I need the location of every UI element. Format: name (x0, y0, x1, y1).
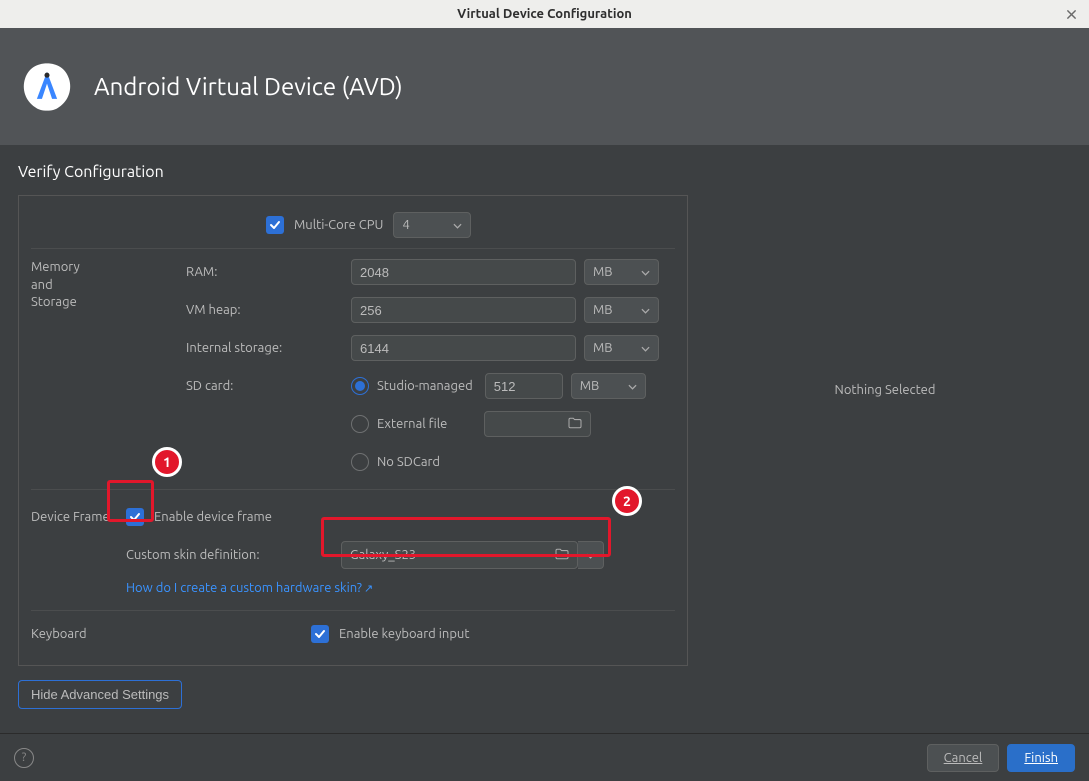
hide-advanced-settings-label: Hide Advanced Settings (31, 687, 169, 702)
chevron-down-icon (586, 548, 595, 562)
hide-advanced-settings-button[interactable]: Hide Advanced Settings (18, 680, 182, 709)
ram-label: RAM: (186, 265, 351, 279)
finish-button[interactable]: Finish (1007, 744, 1075, 772)
enable-device-frame-label: Enable device frame (154, 510, 272, 524)
sdcard-unit-value: MB (580, 379, 600, 393)
dialog-footer: ? Cancel Finish (0, 733, 1089, 781)
sdcard-external-radio[interactable] (351, 415, 369, 433)
cancel-label: Cancel (944, 751, 983, 765)
cancel-button[interactable]: Cancel (927, 744, 1000, 772)
keyboard-section-label: Keyboard (31, 627, 311, 641)
banner-title: Android Virtual Device (AVD) (94, 73, 403, 100)
sdcard-external-browse[interactable] (484, 411, 591, 437)
window-close-button[interactable] (1061, 4, 1081, 24)
header-banner: Android Virtual Device (AVD) (0, 28, 1089, 145)
sdcard-none-radio[interactable] (351, 453, 369, 471)
sdcard-size-input[interactable] (485, 373, 563, 399)
custom-skin-label: Custom skin definition: (126, 548, 341, 562)
ram-unit-value: MB (593, 265, 613, 279)
sdcard-managed-label: Studio-managed (377, 379, 473, 393)
sdcard-unit-select[interactable]: MB (571, 373, 646, 399)
multicore-value: 4 (402, 218, 409, 232)
ram-unit-select[interactable]: MB (584, 259, 659, 285)
folder-icon (568, 417, 582, 432)
help-button[interactable]: ? (14, 748, 34, 768)
folder-icon (555, 548, 569, 563)
internal-storage-input[interactable] (351, 335, 576, 361)
sdcard-external-label: External file (377, 417, 472, 431)
window-titlebar: Virtual Device Configuration (0, 0, 1089, 28)
sdcard-managed-radio[interactable] (351, 377, 369, 395)
enable-keyboard-label: Enable keyboard input (339, 627, 469, 641)
custom-skin-field[interactable]: Galaxy_S23 (341, 541, 578, 569)
sdcard-none-label: No SDCard (377, 455, 440, 469)
chevron-down-icon (453, 218, 462, 232)
chevron-down-icon (641, 303, 650, 317)
internal-storage-unit-value: MB (593, 341, 613, 355)
window-title: Virtual Device Configuration (457, 7, 632, 21)
vmheap-unit-value: MB (593, 303, 613, 317)
finish-label: Finish (1024, 751, 1058, 765)
vmheap-label: VM heap: (186, 303, 351, 317)
section-title: Verify Configuration (18, 163, 1071, 181)
custom-skin-help-text: How do I create a custom hardware skin? (126, 581, 362, 595)
device-frame-section-label: Device Frame (31, 510, 126, 524)
multicore-select[interactable]: 4 (393, 212, 471, 238)
multicore-checkbox[interactable] (266, 216, 284, 234)
vmheap-input[interactable] (351, 297, 576, 323)
android-studio-icon (20, 60, 74, 114)
custom-skin-value: Galaxy_S23 (350, 548, 555, 562)
enable-device-frame-checkbox[interactable] (126, 508, 144, 526)
memory-section-label: Memory and Storage (31, 253, 126, 312)
enable-keyboard-checkbox[interactable] (311, 625, 329, 643)
config-panel: Multi-Core CPU 4 Memory and Storage RAM:… (18, 195, 688, 666)
custom-skin-help-link[interactable]: How do I create a custom hardware skin?↗ (126, 581, 373, 595)
external-link-icon: ↗ (364, 583, 373, 595)
sdcard-label: SD card: (186, 379, 351, 393)
custom-skin-dropdown[interactable] (578, 541, 604, 569)
side-info-panel: Nothing Selected (700, 383, 1070, 397)
vmheap-unit-select[interactable]: MB (584, 297, 659, 323)
internal-storage-label: Internal storage: (186, 341, 351, 355)
chevron-down-icon (641, 265, 650, 279)
internal-storage-unit-select[interactable]: MB (584, 335, 659, 361)
chevron-down-icon (641, 341, 650, 355)
chevron-down-icon (628, 379, 637, 393)
ram-input[interactable] (351, 259, 576, 285)
multicore-label: Multi-Core CPU (294, 218, 383, 232)
